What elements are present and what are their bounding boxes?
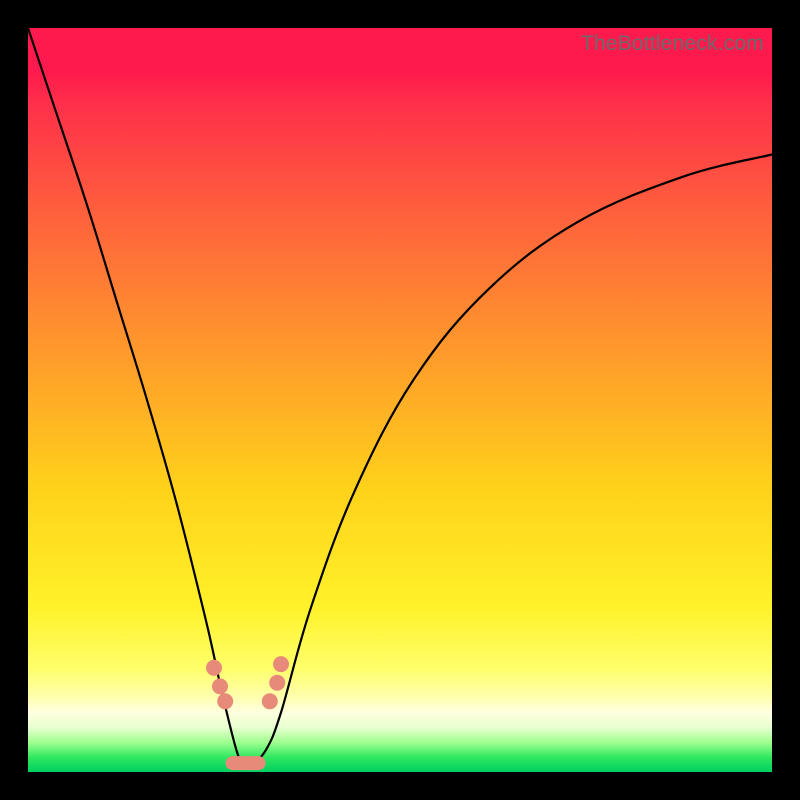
highlight-dot bbox=[269, 675, 285, 691]
highlight-dot bbox=[217, 693, 233, 709]
highlight-dot bbox=[206, 660, 222, 676]
attribution-watermark: TheBottleneck.com bbox=[581, 32, 764, 56]
highlight-markers bbox=[206, 656, 289, 763]
plot-area: TheBottleneck.com bbox=[28, 28, 772, 772]
highlight-dot bbox=[212, 678, 228, 694]
highlight-dot bbox=[262, 693, 278, 709]
highlight-dot bbox=[273, 656, 289, 672]
bottleneck-curve bbox=[28, 28, 772, 767]
chart-frame: TheBottleneck.com bbox=[28, 28, 772, 772]
bottleneck-curve-svg bbox=[28, 28, 772, 772]
